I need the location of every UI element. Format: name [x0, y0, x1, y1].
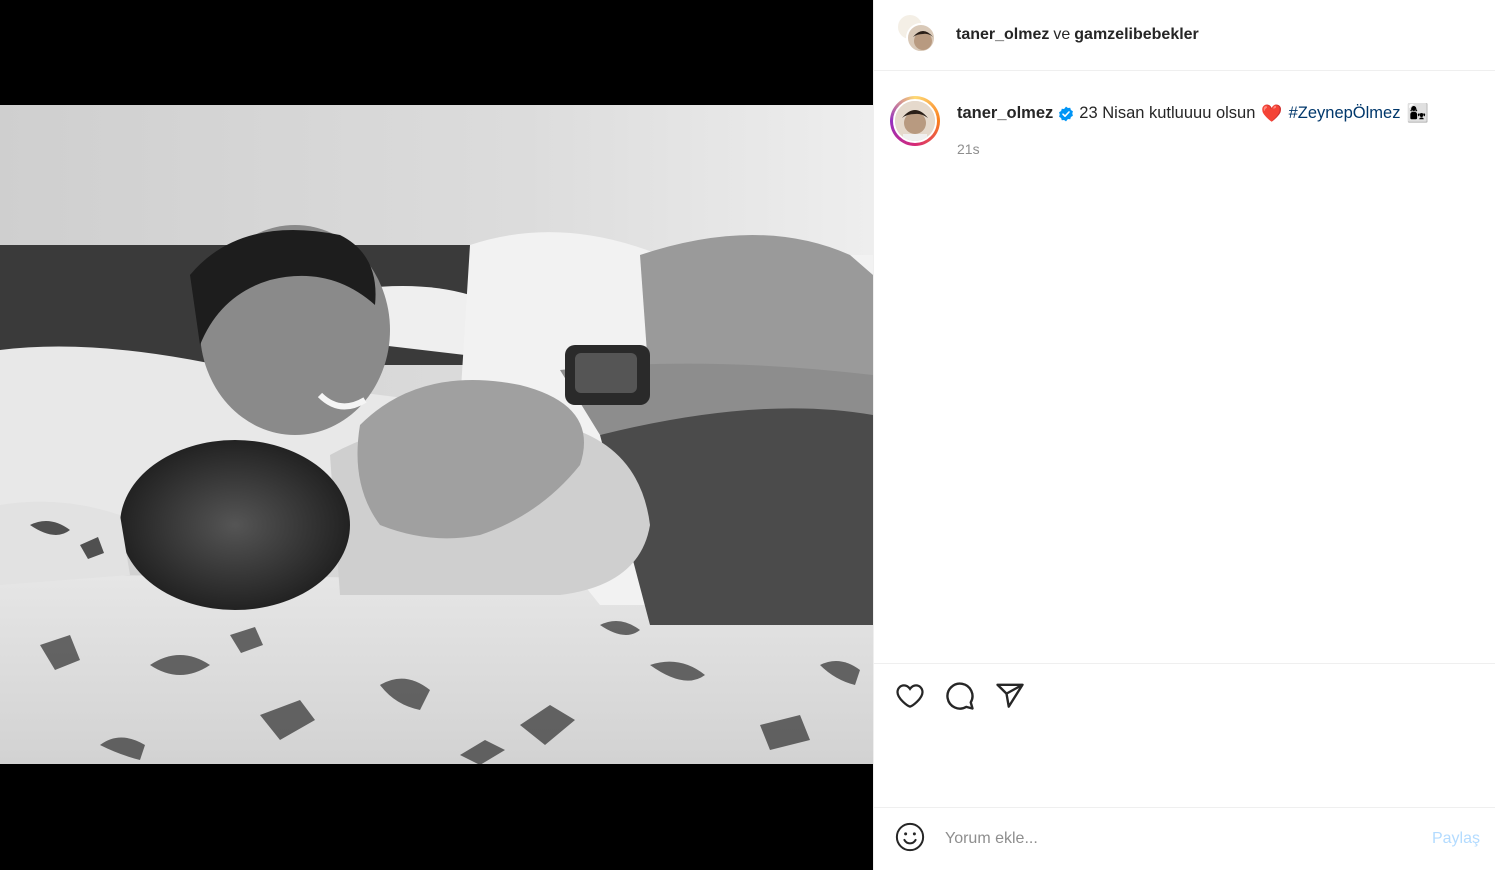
post-comment-button[interactable]: Paylaş [1432, 830, 1480, 848]
caption-text: 23 Nisan kutluuuu olsun [1079, 104, 1256, 122]
comment-input[interactable] [945, 830, 1432, 848]
comment-icon [945, 681, 975, 716]
share-button[interactable] [994, 683, 1026, 715]
emoji-picker-button[interactable] [894, 822, 926, 857]
post-photo[interactable] [0, 105, 873, 764]
hashtag-link[interactable]: #ZeynepÖlmez [1289, 103, 1401, 124]
media-pane [0, 0, 873, 870]
header-names: taner_olmez ve gamzelibebekler [956, 26, 1199, 44]
caption-username-link[interactable]: taner_olmez [957, 103, 1053, 124]
action-bar [874, 663, 1495, 733]
share-icon [995, 681, 1025, 716]
post-header: taner_olmez ve gamzelibebekler [874, 0, 1495, 71]
like-button[interactable] [894, 683, 926, 715]
author-username-link[interactable]: taner_olmez [956, 26, 1049, 43]
family-emoji: 👩‍👧 [1406, 103, 1429, 123]
verified-badge-icon [1058, 106, 1074, 122]
caption-body: taner_olmez 23 Nisan kutluuuu olsun ❤️ #… [957, 96, 1429, 157]
heart-emoji: ❤️ [1261, 104, 1283, 123]
collaborator-username-link[interactable]: gamzelibebekler [1074, 26, 1199, 43]
collab-avatars[interactable] [896, 13, 940, 57]
conjunction-text: ve [1053, 26, 1071, 43]
author-avatar[interactable] [906, 23, 936, 53]
smiley-icon [895, 822, 925, 857]
caption-row: taner_olmez 23 Nisan kutluuuu olsun ❤️ #… [890, 96, 1480, 157]
heart-icon [895, 681, 925, 716]
caption-avatar[interactable] [890, 96, 940, 146]
details-pane: taner_olmez ve gamzelibebekler taner_olmez… [873, 0, 1495, 870]
comment-bar: Paylaş [874, 807, 1495, 870]
comment-button[interactable] [944, 681, 976, 716]
post-modal: taner_olmez ve gamzelibebekler taner_olmez… [0, 0, 1495, 870]
caption-text-line: taner_olmez 23 Nisan kutluuuu olsun ❤️ #… [957, 103, 1429, 124]
post-timestamp[interactable]: 21s [957, 141, 1429, 157]
